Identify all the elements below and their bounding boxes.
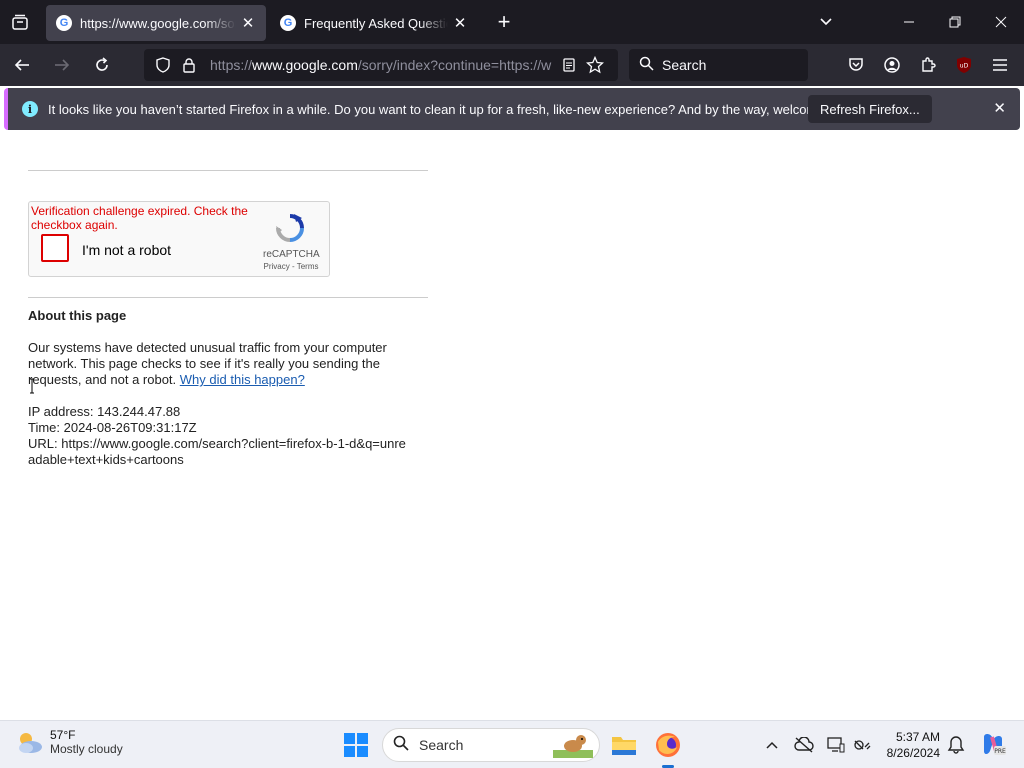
divider	[28, 297, 428, 298]
url-line: URL: https://www.google.com/search?clien…	[28, 436, 406, 467]
ublock-icon[interactable]: uD	[946, 49, 982, 81]
weather-description: Mostly cloudy	[50, 742, 123, 756]
windows-start-icon[interactable]	[344, 733, 368, 757]
notification-message: It looks like you haven’t started Firefo…	[48, 101, 860, 117]
request-info: IP address: 143.244.47.88 Time: 2024-08-…	[28, 404, 408, 468]
firefox-icon[interactable]	[652, 729, 684, 768]
reload-icon[interactable]	[84, 49, 120, 81]
forward-arrow-icon[interactable]	[44, 49, 80, 81]
minimize-icon[interactable]	[886, 0, 932, 44]
copilot-icon[interactable]: PRE	[980, 731, 1006, 757]
recaptcha-brand: reCAPTCHA	[263, 249, 320, 260]
bookmark-star-icon[interactable]	[584, 54, 606, 76]
text-cursor-icon	[30, 378, 34, 394]
time-line: Time: 2024-08-26T09:31:17Z	[28, 420, 197, 435]
search-highlight-icon	[553, 735, 593, 758]
chevron-up-icon[interactable]	[762, 735, 782, 755]
ip-address-line: IP address: 143.244.47.88	[28, 404, 181, 419]
network-icon[interactable]	[852, 735, 872, 755]
search-input[interactable]: Search	[629, 49, 808, 81]
weather-icon	[19, 733, 42, 753]
tab-list-icon[interactable]	[0, 0, 40, 44]
navigation-toolbar: https://www.google.com/sorry/index?conti…	[0, 44, 1024, 86]
divider	[28, 170, 428, 171]
svg-text:PRE: PRE	[994, 748, 1006, 755]
weather-widget[interactable]: 57°F Mostly cloudy	[14, 727, 123, 757]
account-icon[interactable]	[874, 49, 910, 81]
url-host: www.google.com	[252, 57, 358, 73]
url-path: /sorry/index?continue=https://w	[357, 57, 552, 73]
pocket-icon[interactable]	[838, 49, 874, 81]
tab-google-sorry[interactable]: G https://www.google.com/sorry/index?con…	[46, 5, 266, 41]
recaptcha-widget: Verification challenge expired. Check th…	[28, 201, 330, 277]
search-icon	[393, 735, 409, 755]
window-controls	[886, 0, 1024, 44]
hamburger-menu-icon[interactable]	[982, 49, 1018, 81]
windows-taskbar: 57°F Mostly cloudy Search 5:37 AM 8/26/2…	[0, 720, 1024, 768]
taskbar-search-label: Search	[419, 737, 464, 753]
extensions-icon[interactable]	[910, 49, 946, 81]
recaptcha-privacy-terms[interactable]: Privacy - Terms	[261, 262, 321, 271]
tab-faq[interactable]: G Frequently Asked Questions | reCAPTCHA…	[270, 5, 478, 41]
close-icon[interactable]: ✕	[993, 99, 1006, 117]
close-icon[interactable]: ✕	[452, 14, 468, 32]
tab-title: Frequently Asked Questions | reCAPTCHA	[304, 15, 448, 31]
captcha-checkbox-label: I'm not a robot	[82, 242, 172, 258]
url-prefix: https://	[210, 57, 253, 73]
clock-time: 5:37 AM	[895, 730, 940, 744]
chevron-down-icon[interactable]	[810, 0, 842, 44]
lock-icon[interactable]	[178, 54, 200, 76]
toolbar-right: uD	[838, 49, 1018, 81]
search-placeholder: Search	[662, 57, 707, 73]
google-favicon: G	[56, 15, 72, 31]
cloud-offline-icon[interactable]	[794, 735, 814, 755]
taskbar-search[interactable]: Search	[382, 728, 600, 762]
tab-bar: G https://www.google.com/sorry/index?con…	[0, 0, 1024, 44]
refresh-firefox-button[interactable]: Refresh Firefox...	[808, 95, 932, 123]
recaptcha-logo-icon	[276, 214, 304, 242]
google-favicon: G	[280, 15, 296, 31]
display-icon[interactable]	[826, 735, 846, 755]
shield-icon[interactable]	[152, 54, 174, 76]
weather-temperature: 57°F	[50, 728, 76, 742]
url-bar[interactable]: https://www.google.com/sorry/index?conti…	[144, 49, 618, 81]
search-icon	[639, 56, 654, 74]
close-icon[interactable]	[978, 0, 1024, 44]
reader-view-icon[interactable]	[558, 54, 580, 76]
explanation-paragraph: Our systems have detected unusual traffi…	[28, 340, 408, 388]
firefox-refresh-notification: i It looks like you haven’t started Fire…	[4, 88, 1020, 130]
url-text[interactable]: https://www.google.com/sorry/index?conti…	[210, 57, 558, 73]
svg-text:uD: uD	[960, 63, 969, 70]
captcha-checkbox[interactable]	[41, 234, 69, 262]
about-heading: About this page	[28, 308, 127, 323]
why-did-this-happen-link[interactable]: Why did this happen?	[180, 372, 305, 387]
restore-icon[interactable]	[932, 0, 978, 44]
captcha-error-message: Verification challenge expired. Check th…	[31, 204, 248, 232]
clock-date: 8/26/2024	[886, 746, 940, 760]
plus-icon[interactable]: +	[486, 4, 522, 40]
page-content: Verification challenge expired. Check th…	[0, 132, 1024, 720]
tab-title: https://www.google.com/sorry/index?conti…	[80, 15, 236, 31]
close-icon[interactable]: ✕	[240, 14, 256, 32]
system-clock[interactable]: 5:37 AM 8/26/2024	[878, 729, 940, 761]
back-arrow-icon[interactable]	[4, 49, 40, 81]
info-icon: i	[22, 101, 38, 117]
bell-icon[interactable]	[946, 735, 966, 755]
file-explorer-icon[interactable]	[608, 729, 640, 761]
